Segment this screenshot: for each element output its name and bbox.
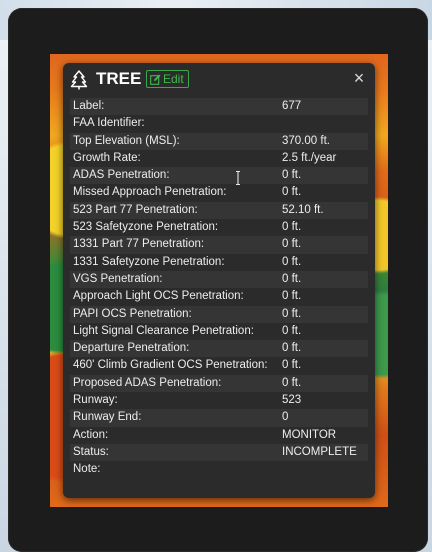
attribute-row: 460' Climb Gradient OCS Penetration: 0 ft… xyxy=(70,357,368,375)
attribute-row: Note: xyxy=(70,461,368,479)
attribute-row: Growth Rate: 2.5 ft./year xyxy=(70,149,368,168)
attribute-value: 0 ft. xyxy=(282,342,302,355)
attribute-value: 370.00 ft. xyxy=(282,134,330,147)
attribute-row: 523 Safetyzone Penetration: 0 ft. xyxy=(70,219,368,237)
attribute-value: 0 ft. xyxy=(282,324,302,337)
attribute-value: 0 ft. xyxy=(282,272,302,285)
attribute-value xyxy=(282,461,368,478)
popup-header: TREE Edit × xyxy=(63,63,375,95)
attribute-value: 0 ft. xyxy=(282,376,302,389)
attribute-value: 0 ft. xyxy=(282,186,302,199)
attribute-label: 1331 Safetyzone Penetration: xyxy=(73,255,225,268)
attribute-label: 523 Safetyzone Penetration: xyxy=(73,221,219,234)
attribute-label: VGS Penetration: xyxy=(73,272,163,285)
attribute-value: 0 ft. xyxy=(282,290,302,303)
text-cursor-icon xyxy=(236,171,240,185)
attribute-label: 1331 Part 77 Penetration: xyxy=(73,238,205,251)
attribute-value xyxy=(282,115,368,132)
attribute-row: Missed Approach Penetration: 0 ft. xyxy=(70,184,368,202)
attribute-label: Runway End: xyxy=(73,411,142,424)
attribute-value: INCOMPLETE xyxy=(282,445,357,458)
attribute-value: 523 xyxy=(282,394,302,407)
attribute-label: Runway: xyxy=(73,394,118,407)
attribute-list: Label: 677 FAA Identifier: Top Elevation (M… xyxy=(70,98,368,479)
attribute-row: 1331 Safetyzone Penetration: 0 ft. xyxy=(70,253,368,271)
attribute-label: Action: xyxy=(73,428,109,441)
feature-popup: TREE Edit × Label: 677 FAA Identifier: Top … xyxy=(63,63,375,498)
attribute-label: Status: xyxy=(73,445,109,458)
attribute-label: Light Signal Clearance Penetration: xyxy=(73,324,254,337)
attribute-row: 1331 Part 77 Penetration: 0 ft. xyxy=(70,236,368,254)
attribute-label: Top Elevation (MSL): xyxy=(73,134,180,147)
attribute-row: ADAS Penetration: 0 ft. xyxy=(70,167,368,185)
attribute-label: ADAS Penetration: xyxy=(73,169,170,182)
attribute-row: Light Signal Clearance Penetration: 0 ft. xyxy=(70,322,368,341)
attribute-value: MONITOR xyxy=(282,428,337,441)
attribute-value: 52.10 ft. xyxy=(282,203,324,216)
attribute-row: Top Elevation (MSL): 370.00 ft. xyxy=(70,132,368,150)
attribute-value: 0 ft. xyxy=(282,169,302,182)
attribute-value: 0 ft. xyxy=(282,359,302,372)
attribute-value: 0 ft. xyxy=(282,307,302,320)
attribute-row: 523 Part 77 Penetration: 52.10 ft. xyxy=(70,201,368,220)
close-icon[interactable]: × xyxy=(351,69,367,87)
attribute-label: Proposed ADAS Penetration: xyxy=(73,376,222,389)
attribute-label: Approach Light OCS Penetration: xyxy=(73,290,244,303)
attribute-row: Runway End: 0 xyxy=(70,409,368,427)
attribute-label: PAPI OCS Penetration: xyxy=(73,307,192,320)
attribute-label: FAA Identifier: xyxy=(73,117,145,130)
attribute-label: Missed Approach Penetration: xyxy=(73,186,227,199)
attribute-row: Departure Penetration: 0 ft. xyxy=(70,340,368,358)
attribute-row: Status: INCOMPLETE xyxy=(70,443,368,462)
attribute-row: Runway: 523 xyxy=(70,392,368,410)
attribute-value: 2.5 ft./year xyxy=(282,151,337,164)
attribute-row: Approach Light OCS Penetration: 0 ft. xyxy=(70,288,368,306)
attribute-row: FAA Identifier: xyxy=(70,115,368,133)
attribute-value: 0 ft. xyxy=(282,221,302,234)
edit-label: Edit xyxy=(163,72,184,86)
attribute-row: PAPI OCS Penetration: 0 ft. xyxy=(70,305,368,323)
attribute-label: Note: xyxy=(73,463,101,476)
edit-button[interactable]: Edit xyxy=(146,70,189,88)
attribute-row: Action: MONITOR xyxy=(70,426,368,444)
attribute-row: VGS Penetration: 0 ft. xyxy=(70,270,368,289)
attribute-label: Label: xyxy=(73,100,105,112)
popup-title: TREE xyxy=(96,69,142,88)
attribute-row: Proposed ADAS Penetration: 0 ft. xyxy=(70,374,368,393)
attribute-label: Departure Penetration: xyxy=(73,342,190,355)
attribute-label: Growth Rate: xyxy=(73,151,141,164)
attribute-value: 0 ft. xyxy=(282,255,302,268)
attribute-value: 0 ft. xyxy=(282,238,302,251)
edit-icon xyxy=(150,74,161,85)
attribute-label: 460' Climb Gradient OCS Penetration: xyxy=(73,359,268,372)
attribute-value: 0 xyxy=(282,411,289,424)
tree-icon xyxy=(70,70,88,90)
attribute-value: 677 xyxy=(282,100,302,112)
attribute-row: Label: 677 xyxy=(70,98,368,116)
attribute-label: 523 Part 77 Penetration: xyxy=(73,203,198,216)
